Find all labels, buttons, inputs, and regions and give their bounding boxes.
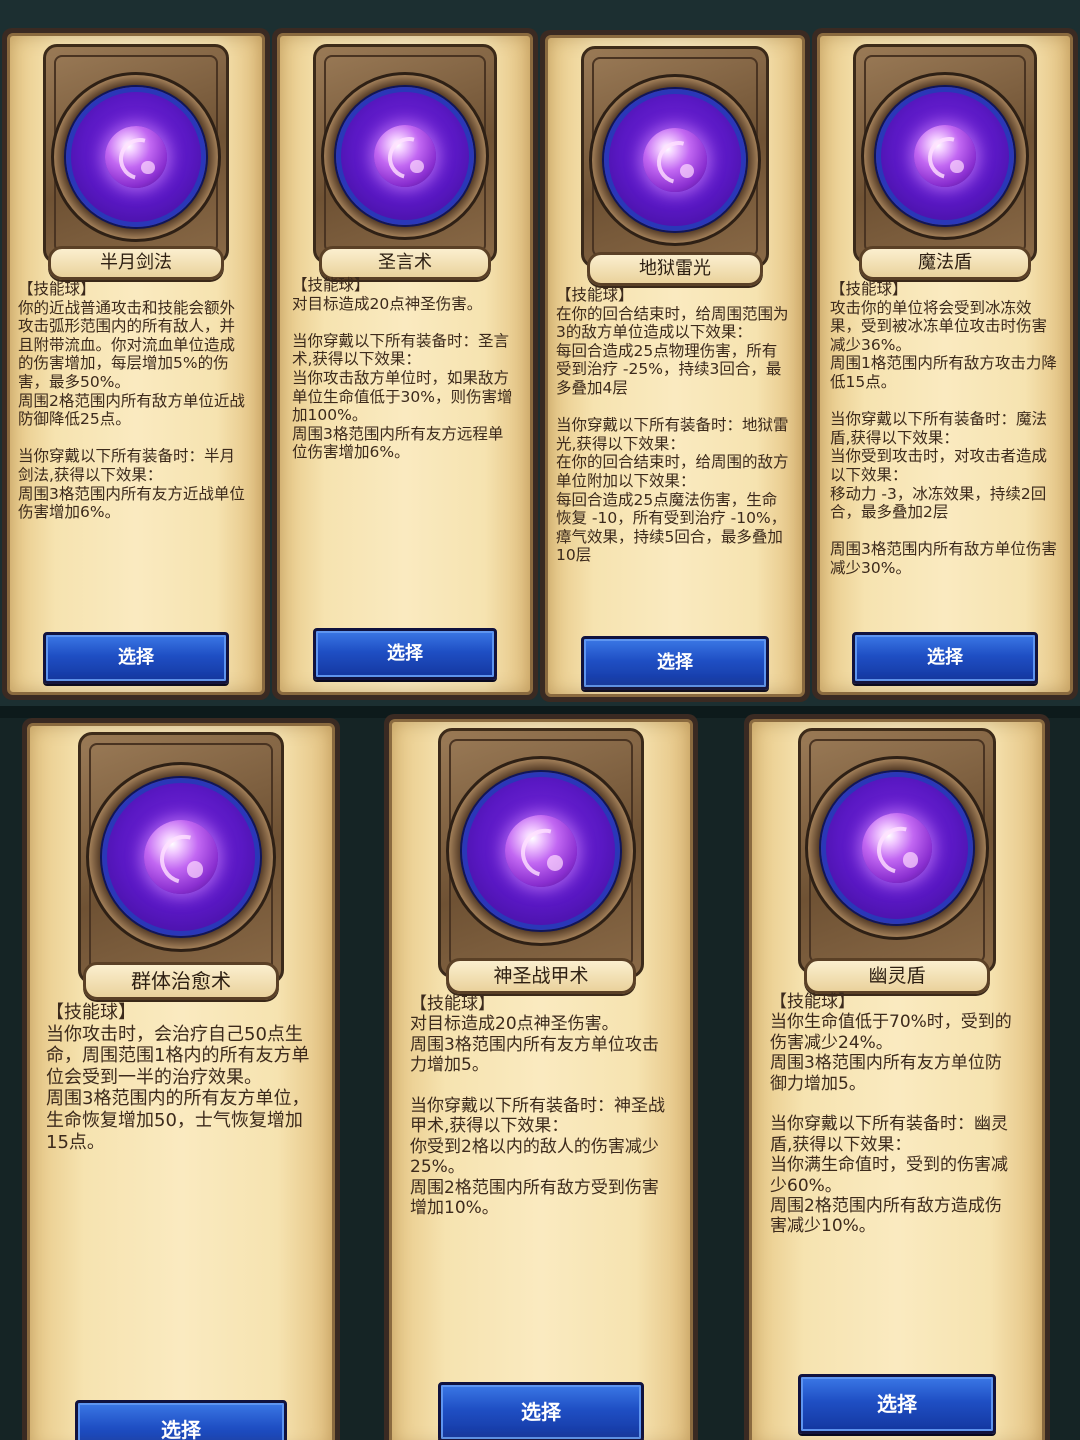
skill-description: 【技能球】 攻击你的单位将会受到冰冻效果，受到被冰冻单位攻击时伤害减少36%。 … (830, 280, 1057, 577)
select-button-label: 选择 (927, 647, 963, 668)
skill-name: 地狱雷光 (587, 252, 763, 286)
skill-name: 群体治愈术 (83, 962, 279, 1000)
card-parchment: 群体治愈术 【技能球】 当你攻击时，会治疗自己50点生命，周围范围1格内的所有友… (27, 723, 335, 1440)
emblem-disc (821, 772, 973, 924)
select-button-label: 选择 (877, 1392, 917, 1416)
select-button-label: 选择 (387, 643, 423, 664)
emblem-disc (876, 87, 1014, 225)
skill-name: 半月剑法 (48, 246, 224, 280)
card-parchment: 幽灵盾 【技能球】 当你生命值低于70%时，受到的伤害减少24%。 周围3格范围… (749, 719, 1045, 1440)
skill-orb-icon (505, 815, 577, 887)
skill-description: 【技能球】 当你攻击时，会治疗自己50点生命，周围范围1格内的所有友方单位会受到… (46, 1002, 310, 1153)
card-parchment: 神圣战甲术 【技能球】 对目标造成20点神圣伤害。 周围3格范围内所有友方单位攻… (389, 719, 693, 1440)
skill-card-shengyanshu: 圣言术 【技能球】 对目标造成20点神圣伤害。 当你穿戴以下所有装备时：圣言术,… (272, 28, 538, 700)
emblem-disc (336, 87, 474, 225)
skill-name: 幽灵盾 (804, 958, 990, 994)
skill-card-banyuejianfa: 半月剑法 【技能球】 你的近战普通攻击和技能会额外攻击弧形范围内的所有敌人，并且… (2, 28, 270, 700)
skill-description: 【技能球】 当你生命值低于70%时，受到的伤害减少24%。 周围3格范围内所有友… (770, 992, 1012, 1237)
select-button[interactable]: 选择 (438, 1382, 644, 1440)
emblem-disc (462, 772, 620, 930)
emblem-disc (604, 89, 746, 231)
skill-name: 圣言术 (319, 246, 491, 280)
skill-description: 【技能球】 在你的回合结束时，给周围范围为3的敌方单位造成以下效果： 每回合造成… (556, 286, 789, 565)
select-button-label: 选择 (161, 1418, 201, 1440)
select-button-label: 选择 (657, 652, 693, 673)
emblem-ring (446, 756, 636, 946)
select-button[interactable]: 选择 (43, 632, 229, 684)
emblem-disc (66, 87, 206, 227)
select-button[interactable]: 选择 (798, 1374, 996, 1434)
skill-card-diyuleiguang: 地狱雷光 【技能球】 在你的回合结束时，给周围范围为3的敌方单位造成以下效果： … (540, 30, 810, 702)
select-button[interactable]: 选择 (581, 636, 769, 690)
emblem-ring (321, 72, 489, 240)
emblem-ring (861, 72, 1029, 240)
skill-orb-icon (914, 125, 976, 187)
select-button-label: 选择 (521, 1400, 561, 1424)
emblem-ring (51, 72, 221, 242)
skill-name: 神圣战甲术 (446, 958, 636, 994)
skill-orb-icon (374, 125, 436, 187)
emblem-ring (805, 756, 989, 940)
skill-orb-icon (144, 820, 218, 894)
skill-card-mofadun: 魔法盾 【技能球】 攻击你的单位将会受到冰冻效果，受到被冰冻单位攻击时伤害减少3… (812, 28, 1078, 700)
select-button[interactable]: 选择 (852, 632, 1038, 684)
select-button[interactable]: 选择 (75, 1400, 287, 1440)
skill-card-shenshengzhanjiashu: 神圣战甲术 【技能球】 对目标造成20点神圣伤害。 周围3格范围内所有友方单位攻… (384, 714, 698, 1440)
skill-description: 【技能球】 对目标造成20点神圣伤害。 当你穿戴以下所有装备时：圣言术,获得以下… (292, 276, 513, 462)
skill-orb-icon (643, 128, 707, 192)
skill-description: 【技能球】 对目标造成20点神圣伤害。 周围3格范围内所有友方单位攻击力增加5。… (410, 994, 665, 1218)
emblem-ring (86, 762, 276, 952)
skill-name: 魔法盾 (859, 246, 1031, 280)
select-button-label: 选择 (118, 647, 154, 668)
skill-description: 【技能球】 你的近战普通攻击和技能会额外攻击弧形范围内的所有敌人，并且附带流血。… (18, 280, 245, 522)
skill-orb-icon (862, 813, 932, 883)
card-parchment: 半月剑法 【技能球】 你的近战普通攻击和技能会额外攻击弧形范围内的所有敌人，并且… (7, 33, 265, 695)
card-parchment: 圣言术 【技能球】 对目标造成20点神圣伤害。 当你穿戴以下所有装备时：圣言术,… (277, 33, 533, 695)
select-button[interactable]: 选择 (313, 628, 497, 680)
card-parchment: 地狱雷光 【技能球】 在你的回合结束时，给周围范围为3的敌方单位造成以下效果： … (545, 35, 805, 697)
emblem-ring (589, 74, 761, 246)
skill-orb-icon (105, 126, 167, 188)
emblem-disc (102, 778, 260, 936)
skill-card-youlingdun: 幽灵盾 【技能球】 当你生命值低于70%时，受到的伤害减少24%。 周围3格范围… (744, 714, 1050, 1440)
card-parchment: 魔法盾 【技能球】 攻击你的单位将会受到冰冻效果，受到被冰冻单位攻击时伤害减少3… (817, 33, 1073, 695)
skill-card-quntizhiyushu: 群体治愈术 【技能球】 当你攻击时，会治疗自己50点生命，周围范围1格内的所有友… (22, 718, 340, 1440)
